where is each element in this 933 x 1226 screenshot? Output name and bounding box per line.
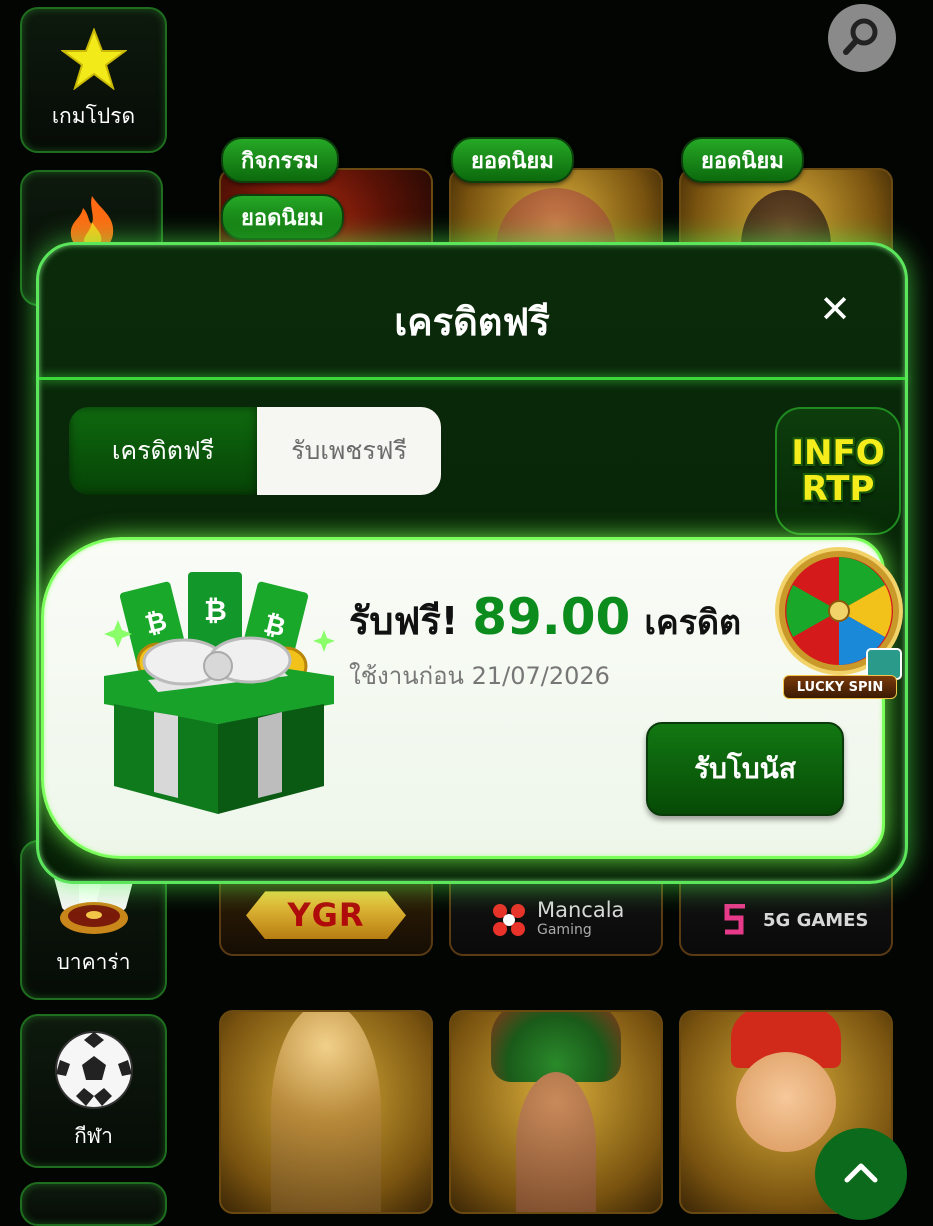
- tag-popular: ยอดนิยม: [451, 137, 574, 183]
- mancala-name: Mancala: [537, 898, 625, 922]
- offer-card: ₿ ₿ ₿ รับฟรี! 89.00 เครดิต ใช้งานก่อน 21…: [41, 537, 885, 859]
- close-icon: ✕: [819, 287, 851, 331]
- mancala-logo-icon: [491, 902, 527, 942]
- 5g-logo-icon: [721, 903, 749, 940]
- info-rtp-button[interactable]: INFO RTP: [775, 407, 901, 535]
- sidebar-item-favorites[interactable]: เกมโปรด: [20, 7, 167, 153]
- star-icon: [59, 26, 128, 94]
- tag-activity: กิจกรรม: [221, 137, 339, 183]
- modal-tabs: เครดิตฟรี รับเพชรฟรี: [69, 407, 441, 495]
- chevron-up-icon: [843, 1160, 879, 1188]
- search-button[interactable]: [828, 4, 896, 72]
- offer-expiry: ใช้งานก่อน 21/07/2026: [349, 662, 610, 690]
- offer-label: รับฟรี!: [349, 599, 459, 643]
- 5g-name: 5G GAMES: [763, 910, 869, 931]
- tab-free-credit[interactable]: เครดิตฟรี: [69, 407, 257, 495]
- sidebar-item-label: กีฬา: [74, 1123, 113, 1148]
- tab-free-diamond[interactable]: รับเพชรฟรี: [257, 407, 441, 495]
- sidebar-item-label: เกมโปรด: [51, 103, 136, 128]
- lucky-spin-label: LUCKY SPIN: [783, 675, 897, 699]
- sidebar-item-sports[interactable]: กีฬา: [20, 1014, 167, 1168]
- soccer-ball-icon: [54, 1030, 134, 1114]
- sidebar-item-more[interactable]: [20, 1182, 167, 1226]
- search-icon: [842, 16, 882, 60]
- modal-title: เครดิตฟรี: [394, 300, 550, 344]
- scroll-top-button[interactable]: [815, 1128, 907, 1220]
- game-tile[interactable]: [219, 1010, 433, 1214]
- tag-popular: ยอดนิยม: [681, 137, 804, 183]
- modal-divider: [39, 377, 905, 380]
- offer-unit: เครดิต: [644, 603, 742, 643]
- claim-bonus-button[interactable]: รับโบนัส: [646, 722, 844, 816]
- sidebar-item-label: บาคาร่า: [56, 949, 131, 974]
- game-tile[interactable]: [449, 1010, 663, 1214]
- svg-text:₿: ₿: [204, 594, 227, 627]
- ygr-logo: YGR: [246, 891, 406, 940]
- lucky-spin-button[interactable]: LUCKY SPIN: [767, 547, 911, 703]
- tag-popular: ยอดนิยม: [221, 194, 344, 240]
- gift-box-icon: ₿ ₿ ₿: [88, 566, 348, 824]
- info-rtp-line1: INFO: [791, 433, 885, 473]
- free-credit-modal: เครดิตฟรี ✕ เครดิตฟรี รับเพชรฟรี INFO RT…: [36, 242, 908, 884]
- close-button[interactable]: ✕: [815, 289, 855, 329]
- mancala-sub: Gaming: [537, 922, 592, 938]
- info-rtp-line2: RTP: [801, 469, 875, 509]
- offer-amount: 89.00: [472, 588, 631, 646]
- offer-headline: รับฟรี! 89.00 เครดิต: [349, 588, 741, 651]
